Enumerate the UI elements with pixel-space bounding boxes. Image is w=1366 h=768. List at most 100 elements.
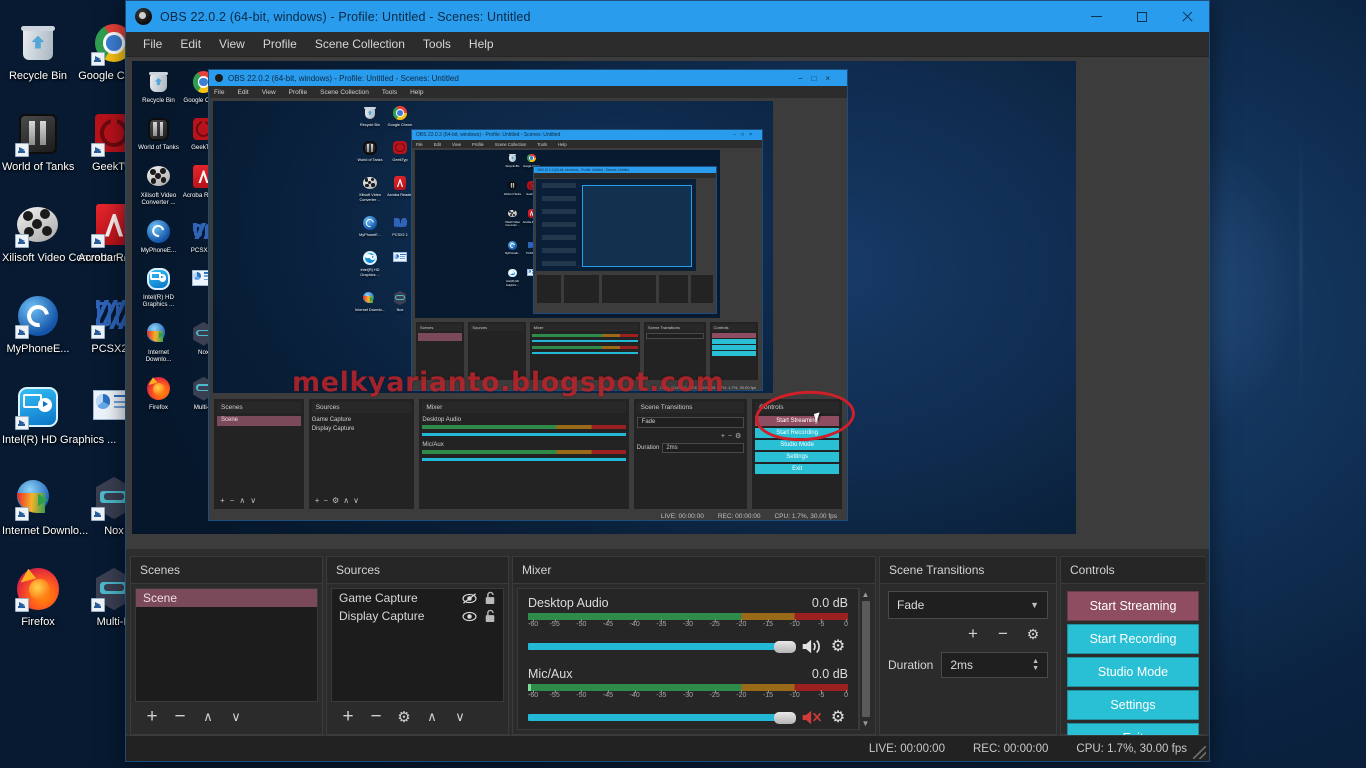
nested-window-title-level-3: OBS 22.0.2 (64-bit, windows) - Profile: …	[416, 132, 561, 138]
intel-hd-graphics-icon	[15, 384, 61, 430]
mixer-scrollbar[interactable]: ▲ ▼	[859, 588, 871, 730]
source-list-item[interactable]: Game Capture	[332, 589, 503, 607]
mixer-properties-gear-icon[interactable]: ⚙	[828, 638, 848, 655]
speaker-on-icon[interactable]	[801, 638, 823, 655]
duration-stepper[interactable]: ▲ ▼	[1032, 658, 1039, 672]
mixer-channel-header: Mic/Aux 0.0 dB	[528, 667, 848, 681]
nox-player-icon	[392, 290, 408, 306]
menu-item-profile[interactable]: Profile	[472, 142, 484, 147]
nested-dock-title-scenes-2: Scenes	[217, 402, 301, 413]
move-source-up-button[interactable]: ∧	[423, 708, 441, 726]
stepper-down-icon[interactable]: ▼	[1032, 665, 1039, 672]
mixer-channel: Mic/Aux 0.0 dB -60 -55 -50 -45 -40 -35 -30 -25 -20…	[528, 667, 848, 726]
add-transition-button[interactable]: +	[964, 624, 982, 643]
scrollbar-thumb[interactable]	[861, 601, 870, 717]
transition-select[interactable]: Fade ▼	[888, 591, 1048, 619]
menu-item-tools[interactable]: Tools	[382, 89, 397, 96]
scene-list-item[interactable]: Scene	[136, 589, 317, 607]
menu-item-file[interactable]: File	[134, 33, 171, 55]
duration-spinbox[interactable]: 2ms ▲ ▼	[941, 652, 1048, 678]
mixer-volume-knob[interactable]	[774, 640, 796, 653]
mixer-volume-slider[interactable]	[528, 711, 796, 724]
desktop-icon[interactable]: World of Tanks	[0, 105, 76, 174]
transition-properties-gear-icon[interactable]: ⚙	[1024, 625, 1042, 643]
nested-desktop-icon: Intel(R) HD Graphics ...	[503, 268, 522, 288]
menu-item-file[interactable]: File	[214, 89, 224, 96]
menu-item-help[interactable]: Help	[460, 33, 503, 55]
remove-scene-button[interactable]: −	[171, 706, 189, 727]
recycle-bin-icon	[15, 20, 61, 66]
lock-open-icon[interactable]	[484, 609, 496, 623]
menu-item-scene-collection[interactable]: Scene Collection	[306, 33, 414, 55]
duration-row: Duration 2ms ▲ ▼	[888, 652, 1048, 678]
menu-item-view[interactable]: View	[262, 89, 276, 96]
move-source-down-button[interactable]: ∨	[451, 708, 469, 726]
nested-desktop-icon: Internet Downlo...	[355, 290, 385, 313]
desktop-icon[interactable]: MyPhoneE...	[0, 287, 76, 356]
remove-transition-button[interactable]: −	[994, 624, 1012, 643]
nested-start-recording-button: Start Recording	[755, 428, 839, 438]
maximize-button[interactable]	[1119, 1, 1164, 32]
mixer-db-scale: -60 -55 -50 -45 -40 -35 -30 -25 -20 -15 -10 -5 0	[528, 690, 848, 703]
menu-item-profile[interactable]: Profile	[254, 33, 306, 55]
start-streaming-button[interactable]: Start Streaming	[1067, 591, 1199, 621]
mixer-scale-tick: -35	[656, 619, 667, 628]
desktop-icon[interactable]: Recycle Bin	[0, 14, 76, 83]
menu-item-profile[interactable]: Profile	[289, 89, 307, 96]
desktop-icon[interactable]: Internet Downlo...	[0, 469, 88, 538]
desktop-icon[interactable]: Intel(R) HD Graphics ...	[0, 378, 116, 447]
nested-desktop-icon: Recycle Bin	[355, 105, 385, 128]
add-scene-button[interactable]: +	[143, 706, 161, 727]
sources-list[interactable]: Game Capture Display Capture	[331, 588, 504, 702]
mixer-volume-slider[interactable]	[528, 640, 796, 653]
minimize-button[interactable]	[1074, 1, 1119, 32]
scenes-list[interactable]: Scene	[135, 588, 318, 702]
lock-open-icon[interactable]	[484, 591, 496, 605]
mixer-volume-knob[interactable]	[774, 711, 796, 724]
scroll-down-arrow-icon[interactable]: ▼	[862, 719, 870, 728]
nested-desktop-icon-label: World of Tanks	[357, 158, 383, 162]
dock-container: Scenes Scene + − ∧ ∨ Sources Game Capture Di…	[126, 549, 1209, 753]
eye-visible-icon[interactable]	[462, 610, 477, 623]
window-controls	[1074, 1, 1209, 32]
menu-item-help[interactable]: Help	[558, 142, 567, 147]
remove-source-button[interactable]: −	[367, 706, 385, 727]
menu-item-file[interactable]: File	[416, 142, 423, 147]
start-recording-button[interactable]: Start Recording	[1067, 624, 1199, 654]
menu-item-tools[interactable]: Tools	[537, 142, 547, 147]
menu-item-edit[interactable]: Edit	[237, 89, 248, 96]
nested-desktop-icon-label: Internet Downlo...	[145, 348, 172, 364]
menu-item-edit[interactable]: Edit	[171, 33, 210, 55]
studio-mode-button[interactable]: Studio Mode	[1067, 657, 1199, 687]
menu-item-edit[interactable]: Edit	[434, 142, 441, 147]
scroll-up-arrow-icon[interactable]: ▲	[862, 590, 870, 599]
menu-item-tools[interactable]: Tools	[414, 33, 460, 55]
source-list-item[interactable]: Display Capture	[332, 607, 503, 625]
nested-preview-level-3: Recycle Bin Google Chrom World of Tanks Gee…	[415, 150, 720, 318]
stepper-up-icon[interactable]: ▲	[1032, 658, 1039, 665]
resize-grip-icon[interactable]	[1193, 746, 1206, 759]
add-source-button[interactable]: +	[339, 706, 357, 727]
move-scene-up-button[interactable]: ∧	[199, 708, 217, 726]
desktop-icon[interactable]: Xilisoft Video Converter ...	[0, 196, 129, 265]
menu-item-view[interactable]: View	[452, 142, 461, 147]
preview-canvas[interactable]: Recycle Bin Google Chrom World of Tanks Gee…	[132, 61, 1076, 534]
nested-dock-title-controls: Controls	[711, 324, 756, 331]
mixer-channel-db: 0.0 dB	[811, 667, 848, 681]
menu-item-scene-collection[interactable]: Scene Collection	[320, 89, 369, 96]
close-button[interactable]	[1164, 1, 1209, 32]
nested-window-title-level-4: OBS 22.0.2 (64-bit, windows) - Profile: …	[537, 168, 629, 172]
eye-hidden-icon[interactable]	[462, 592, 477, 605]
source-properties-button[interactable]: ⚙	[395, 708, 413, 726]
nested-settings-button: Settings	[755, 452, 839, 462]
speaker-muted-icon[interactable]	[801, 709, 823, 726]
shortcut-arrow-icon	[91, 52, 105, 66]
menu-item-help[interactable]: Help	[410, 89, 423, 96]
desktop-icon[interactable]: Firefox	[0, 560, 76, 629]
menu-item-view[interactable]: View	[210, 33, 254, 55]
settings-button[interactable]: Settings	[1067, 690, 1199, 720]
mixer-properties-gear-icon[interactable]: ⚙	[828, 709, 848, 726]
recycle-bin-icon	[146, 69, 172, 95]
move-scene-down-button[interactable]: ∨	[227, 708, 245, 726]
menu-item-scene-collection[interactable]: Scene Collection	[495, 142, 526, 147]
